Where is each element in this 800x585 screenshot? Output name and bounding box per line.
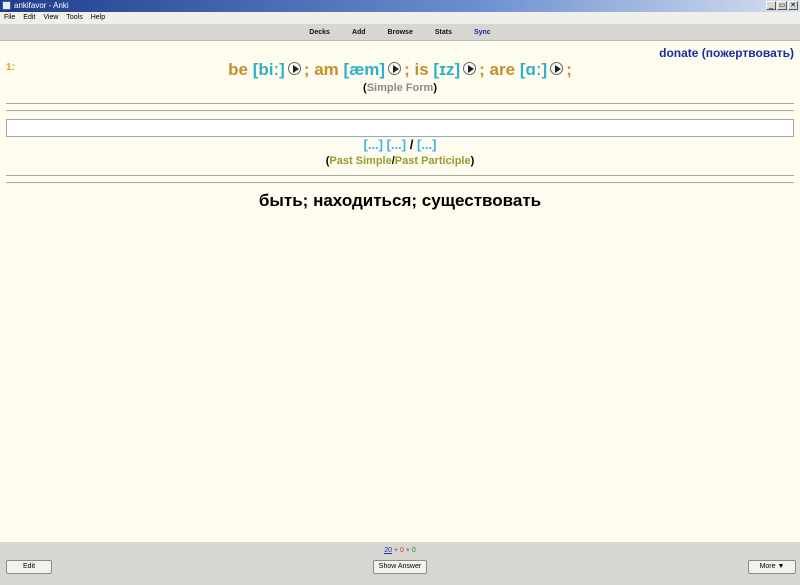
- decks-link[interactable]: Decks: [309, 29, 330, 36]
- separator: ;: [303, 60, 310, 79]
- separator: ;: [404, 60, 410, 79]
- stats-link[interactable]: Stats: [435, 29, 452, 36]
- cloze-separator: /: [409, 137, 414, 152]
- simple-form-label: Simple Form: [366, 82, 434, 94]
- divider: [6, 175, 794, 176]
- form-word: is: [414, 60, 429, 79]
- paren-close: ): [470, 155, 475, 167]
- paren-close: ): [433, 82, 437, 94]
- separator: ;: [479, 60, 485, 79]
- new-count[interactable]: 20: [384, 547, 392, 554]
- separator: ;: [566, 60, 572, 79]
- menu-edit[interactable]: Edit: [19, 12, 39, 24]
- past-participle-label: Past Participle: [394, 155, 471, 167]
- card-view: donate (пожертвовать) 1: be [biː]; am [æ…: [0, 41, 800, 542]
- verb-forms-headline: be [biː]; am [æm]; is [ɪz]; are [ɑː];: [0, 60, 800, 80]
- menu-bar: File Edit View Tools Help: [0, 12, 800, 24]
- add-link[interactable]: Add: [352, 29, 366, 36]
- anki-app-icon: [2, 1, 11, 10]
- cloze-blank: [...]: [417, 137, 437, 152]
- more-button[interactable]: More ▼: [748, 560, 796, 574]
- menu-tools[interactable]: Tools: [62, 12, 86, 24]
- edit-button[interactable]: Edit: [6, 560, 52, 574]
- simple-form-note: (Simple Form): [0, 82, 800, 94]
- menu-file[interactable]: File: [0, 12, 19, 24]
- cloze-blank: [...]: [386, 137, 407, 152]
- play-audio-icon[interactable]: [463, 62, 477, 76]
- minimize-icon[interactable]: _: [766, 1, 776, 10]
- divider: [6, 182, 794, 183]
- review-count: 0: [411, 547, 416, 554]
- play-audio-icon[interactable]: [388, 62, 402, 76]
- cloze-forms: [...] [...] / [...]: [0, 137, 800, 152]
- translation-text: быть; находиться; существовать: [258, 191, 542, 210]
- close-icon[interactable]: ✕: [788, 1, 798, 10]
- plus-sign: +: [405, 547, 410, 554]
- window-controls: _ ▭ ✕: [766, 1, 798, 10]
- past-forms-note: (Past Simple/Past Participle): [0, 155, 800, 167]
- title-bar: ankifavor - Anki _ ▭ ✕: [0, 0, 800, 12]
- cloze-blank: [...]: [363, 137, 384, 152]
- main-toolbar: Decks Add Browse Stats Sync: [0, 24, 800, 41]
- play-audio-icon[interactable]: [550, 62, 564, 76]
- menu-view[interactable]: View: [39, 12, 62, 24]
- plus-sign: +: [393, 547, 399, 554]
- divider: [6, 103, 794, 104]
- window-title: ankifavor - Anki: [14, 1, 69, 10]
- show-answer-button[interactable]: Show Answer: [373, 560, 427, 574]
- browse-link[interactable]: Browse: [388, 29, 413, 36]
- form-pronunciation: [biː]: [252, 60, 285, 79]
- due-counts: 20 + 0 + 0: [0, 547, 800, 554]
- form-word: be: [228, 60, 248, 79]
- form-word: are: [489, 60, 516, 79]
- form-pronunciation: [ɑː]: [519, 60, 548, 79]
- learn-count: 0: [399, 547, 404, 554]
- play-audio-icon[interactable]: [287, 62, 301, 76]
- form-pronunciation: [ɪz]: [433, 60, 461, 79]
- form-word: am: [314, 60, 339, 79]
- type-answer-input[interactable]: [6, 119, 794, 137]
- sync-link[interactable]: Sync: [474, 29, 491, 36]
- form-pronunciation: [æm]: [343, 60, 386, 79]
- restore-icon[interactable]: ▭: [777, 1, 787, 10]
- divider: [6, 110, 794, 111]
- donate-link[interactable]: donate (пожертвовать): [659, 46, 794, 60]
- menu-help[interactable]: Help: [87, 12, 109, 24]
- past-simple-label: Past Simple: [329, 155, 392, 167]
- bottom-bar: 20 + 0 + 0 Edit Show Answer More ▼: [0, 542, 800, 585]
